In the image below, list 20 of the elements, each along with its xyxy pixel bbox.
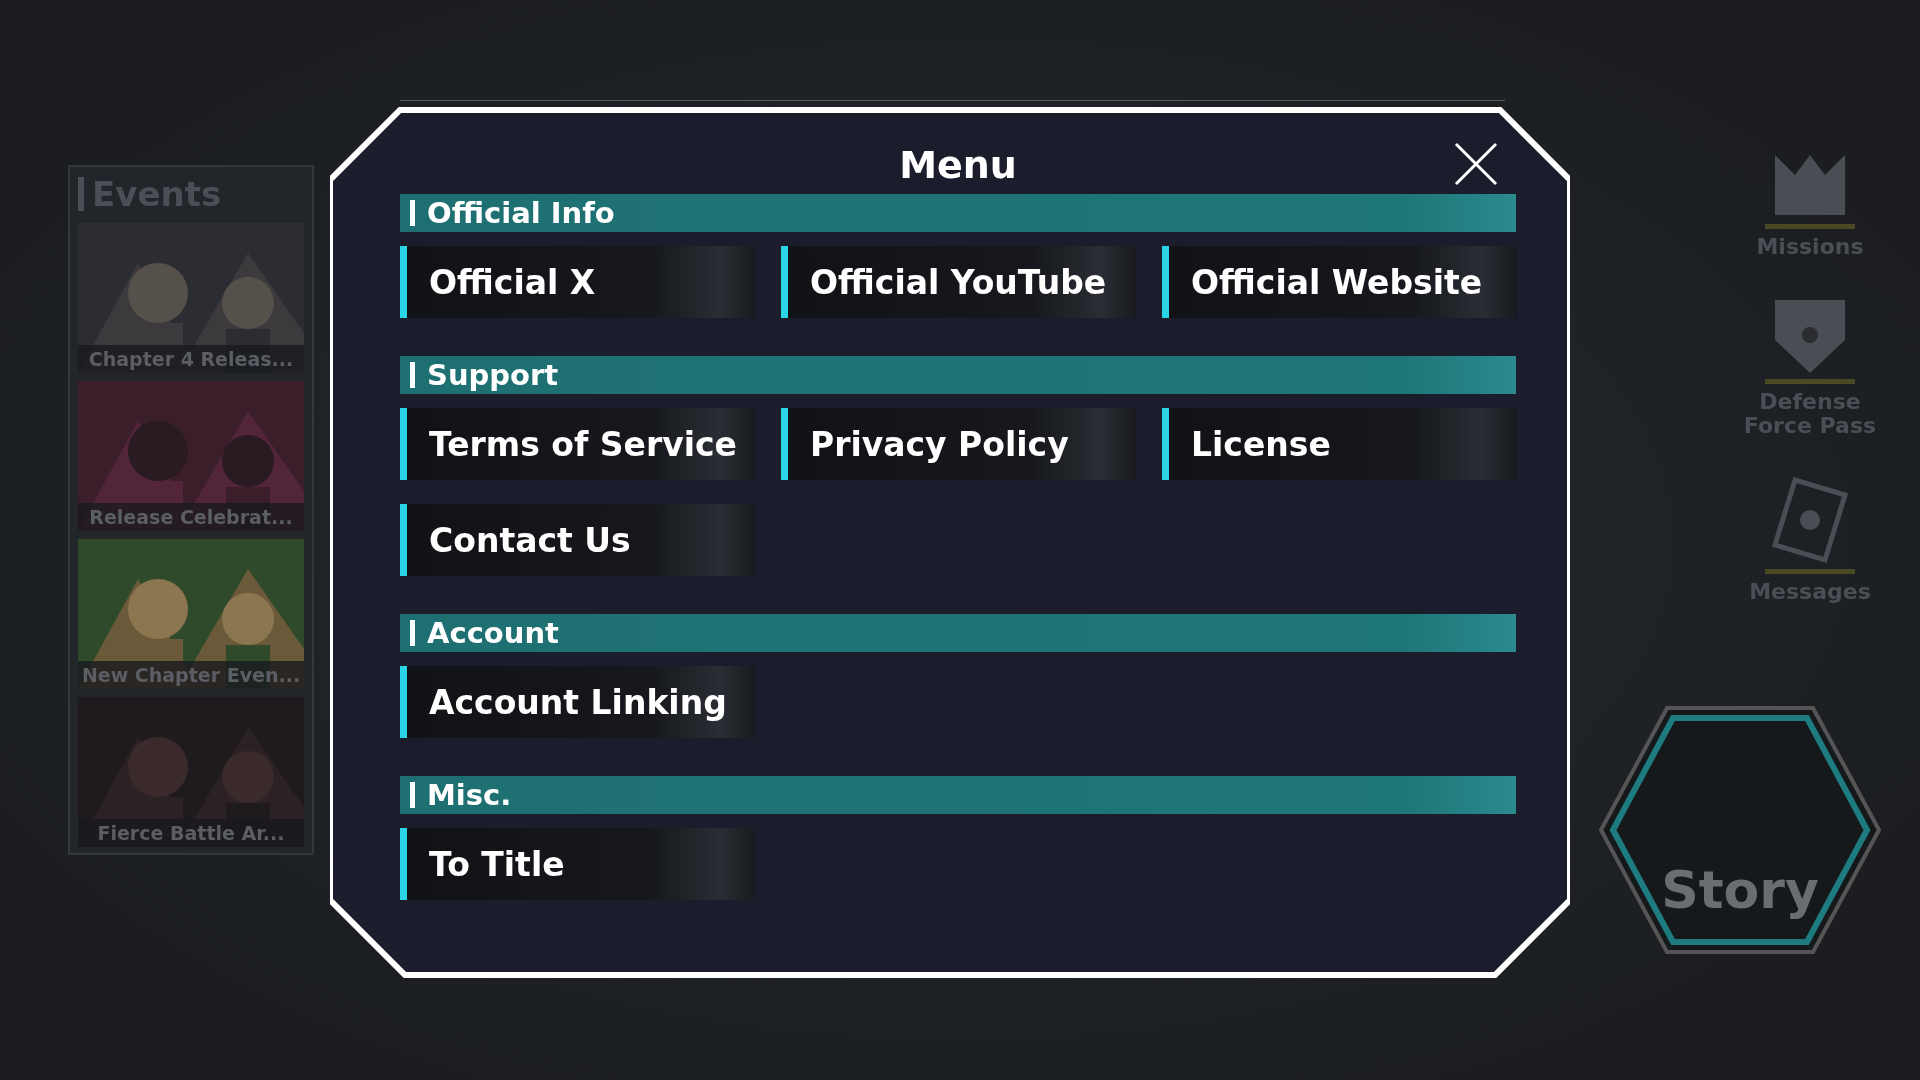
section-header: Account <box>400 614 1516 652</box>
menu-button[interactable]: License <box>1162 408 1517 480</box>
menu-button[interactable]: Terms of Service <box>400 408 755 480</box>
letter-icon <box>1770 474 1850 565</box>
menu-button[interactable]: Privacy Policy <box>781 408 1136 480</box>
menu-button[interactable]: Official X <box>400 246 755 318</box>
menu-button[interactable]: Account Linking <box>400 666 755 738</box>
section-header: Support <box>400 356 1516 394</box>
dialog-title: Menu <box>899 142 1017 189</box>
menu-button[interactable]: Contact Us <box>400 504 755 576</box>
close-button[interactable] <box>1452 140 1500 188</box>
event-caption: Chapter 4 Releas... <box>78 345 304 373</box>
section-header: Official Info <box>400 194 1516 232</box>
section-header: Misc. <box>400 776 1516 814</box>
event-caption: New Chapter Even... <box>78 661 304 689</box>
event-caption: Release Celebrat... <box>78 503 304 531</box>
menu-button[interactable]: Official YouTube <box>781 246 1136 318</box>
menu-button[interactable]: Official Website <box>1162 246 1517 318</box>
menu-button[interactable]: To Title <box>400 828 755 900</box>
event-caption: Fierce Battle Ar... <box>78 819 304 847</box>
